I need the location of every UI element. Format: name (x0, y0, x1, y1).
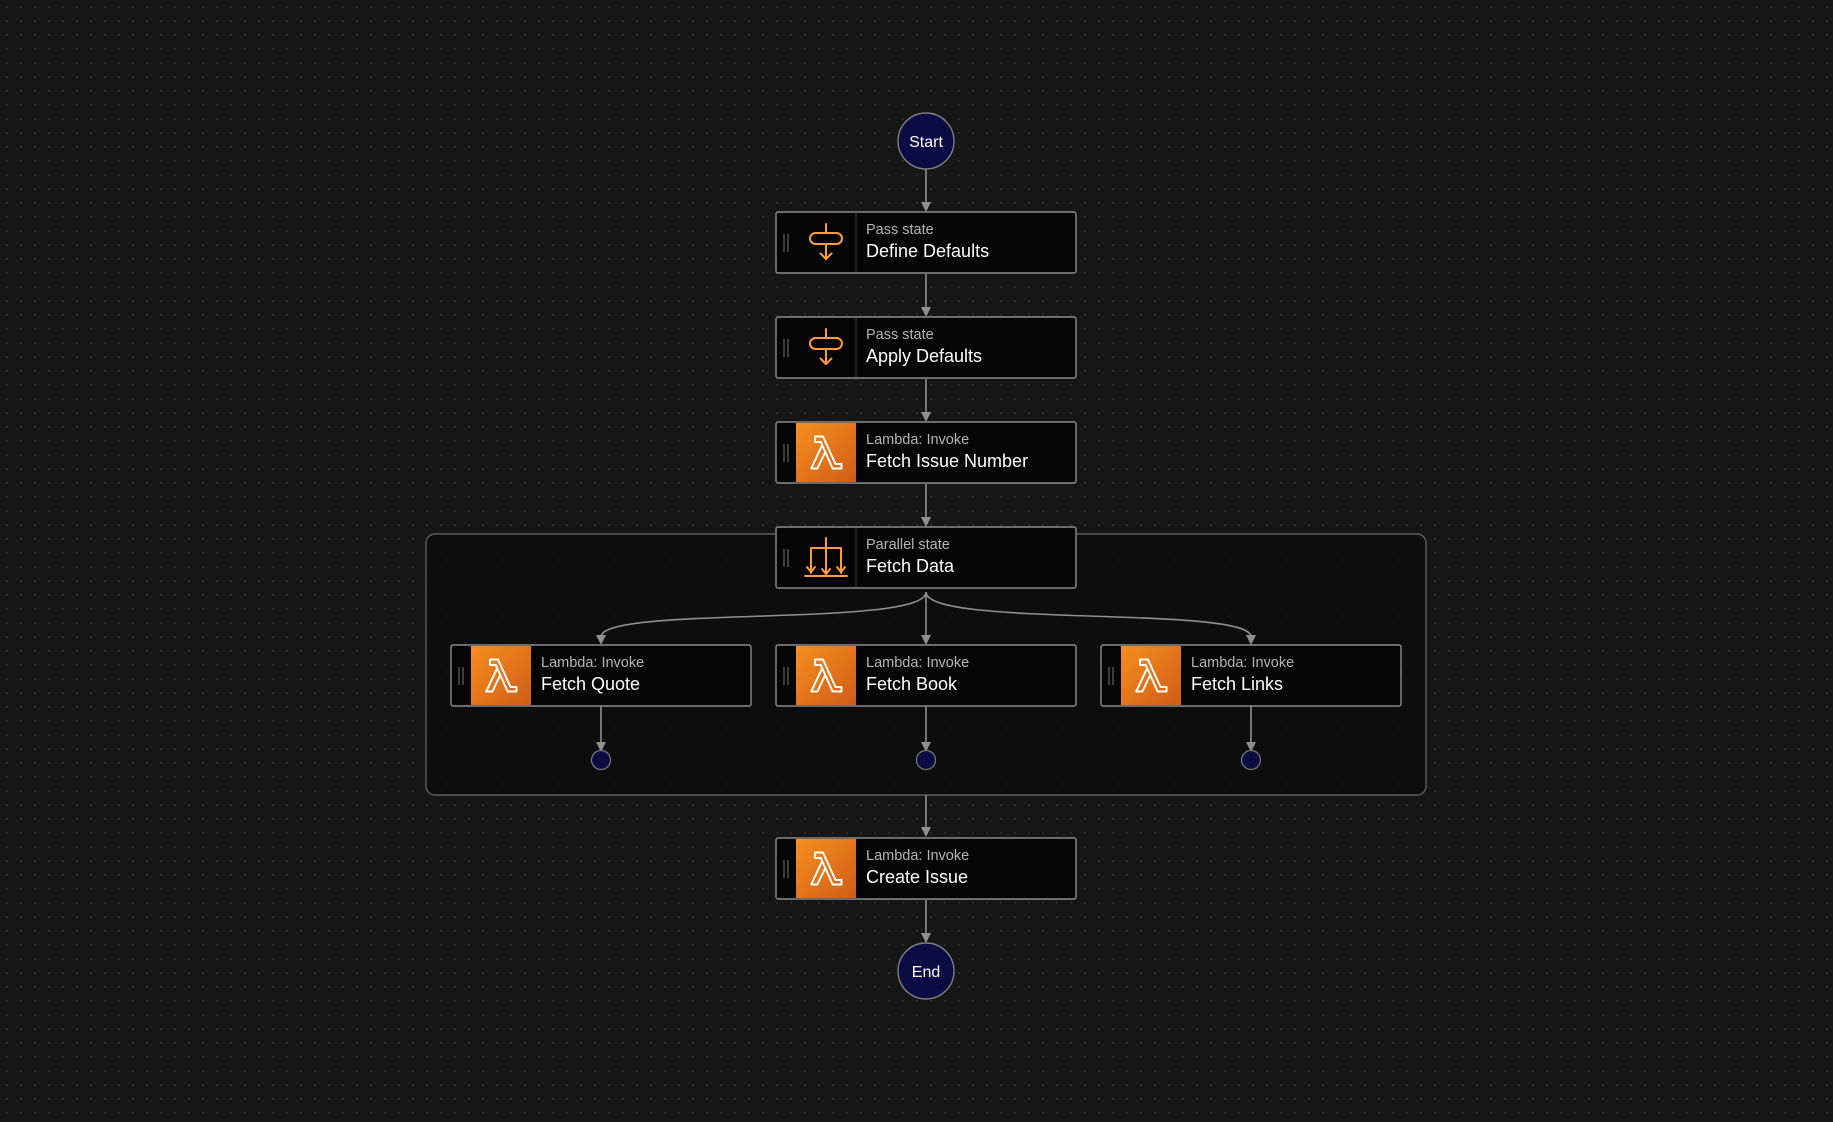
state-name-label: Create Issue (866, 867, 968, 887)
state-name-label: Define Defaults (866, 241, 989, 261)
state-card-create-issue[interactable]: Lambda: Invoke Create Issue (775, 837, 1077, 900)
state-name-label: Fetch Links (1191, 674, 1283, 694)
lambda-icon (796, 646, 856, 705)
state-type-label: Lambda: Invoke (866, 432, 969, 448)
state-type-label: Lambda: Invoke (541, 655, 644, 671)
state-card-fetch-data[interactable]: Parallel state Fetch Data (775, 526, 1077, 589)
arrowhead (921, 933, 931, 943)
state-name-label: Fetch Book (866, 674, 958, 694)
state-type-label: Parallel state (866, 537, 950, 553)
end-label: End (912, 964, 940, 981)
state-type-label: Lambda: Invoke (866, 848, 969, 864)
state-card-fetch-book[interactable]: Lambda: Invoke Fetch Book (775, 644, 1077, 707)
state-name-label: Fetch Data (866, 556, 955, 576)
lambda-icon (1121, 646, 1181, 705)
state-type-label: Pass state (866, 222, 934, 238)
state-card-fetch-links[interactable]: Lambda: Invoke Fetch Links (1100, 644, 1402, 707)
start-node[interactable]: Start (897, 112, 955, 170)
state-card-fetch-issue-number[interactable]: Lambda: Invoke Fetch Issue Number (775, 421, 1077, 484)
end-node[interactable]: End (897, 942, 955, 1000)
start-label: Start (909, 134, 943, 151)
arrowhead (921, 517, 931, 527)
state-card-define-defaults[interactable]: Pass state Define Defaults (775, 211, 1077, 274)
state-name-label: Fetch Quote (541, 674, 640, 694)
state-name-label: Apply Defaults (866, 346, 982, 366)
state-card-fetch-quote[interactable]: Lambda: Invoke Fetch Quote (450, 644, 752, 707)
lambda-icon (796, 423, 856, 482)
state-card-apply-defaults[interactable]: Pass state Apply Defaults (775, 316, 1077, 379)
arrowhead (921, 412, 931, 422)
state-type-label: Lambda: Invoke (1191, 655, 1294, 671)
branch-end-marker (1240, 749, 1262, 771)
state-type-label: Lambda: Invoke (866, 655, 969, 671)
state-type-label: Pass state (866, 327, 934, 343)
arrowhead (921, 202, 931, 212)
arrowhead (921, 307, 931, 317)
branch-end-marker (590, 749, 612, 771)
lambda-icon (796, 839, 856, 898)
workflow-canvas: Start End Pass stateDefine DefaultsPass … (425, 112, 1427, 1000)
branch-end-marker (915, 749, 937, 771)
arrowhead (921, 827, 931, 837)
state-name-label: Fetch Issue Number (866, 451, 1028, 471)
lambda-icon (471, 646, 531, 705)
